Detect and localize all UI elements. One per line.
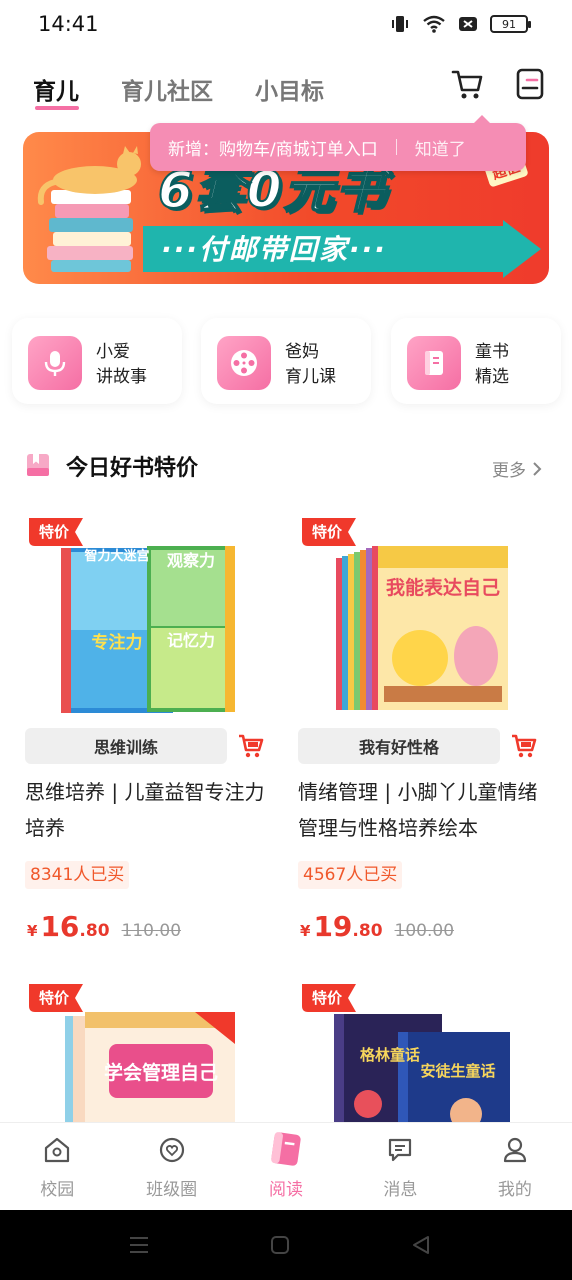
- sale-tag-label: 特价: [39, 523, 70, 541]
- product-category-tag: 思维训练: [25, 728, 227, 764]
- nav-item-reading[interactable]: 阅读: [229, 1123, 343, 1210]
- battery-level: 91: [502, 17, 516, 31]
- cover-text: 观察力: [167, 551, 215, 570]
- nav-item-messages[interactable]: 消息: [343, 1123, 457, 1210]
- cover-text: 学会管理自己: [104, 1061, 218, 1084]
- product-card[interactable]: 智力大迷宫 观察力 专注力 记忆力 特价 思维训练 思维培养 | 儿童益智专注力…: [25, 518, 275, 948]
- status-icons: 91: [390, 14, 531, 34]
- tab-parenting-community[interactable]: 育儿社区: [121, 72, 213, 112]
- quick-entry-label-line2: 讲故事: [96, 367, 147, 387]
- book-stack-illustration: [37, 146, 141, 272]
- nav-item-class-circle[interactable]: 班级圈: [114, 1123, 228, 1210]
- cover-text: 我能表达自己: [386, 576, 500, 599]
- original-price: 110.00: [121, 921, 182, 941]
- shopping-cart-icon[interactable]: [450, 66, 486, 102]
- product-card[interactable]: 我能表达自己 特价 我有好性格 情绪管理 | 小脚丫儿童情绪管理与性格培养绘本 …: [298, 518, 548, 948]
- add-to-cart-icon[interactable]: [510, 732, 538, 760]
- nav-label: 阅读: [269, 1180, 304, 1200]
- microphone-icon: [28, 336, 82, 390]
- school-icon: [45, 1137, 70, 1163]
- menu-icon[interactable]: [128, 1234, 150, 1256]
- vibrate-icon: [392, 16, 408, 32]
- tab-small-goals[interactable]: 小目标: [255, 72, 324, 112]
- quick-entry-parenting-course[interactable]: 爸妈 育儿课: [201, 318, 371, 404]
- quick-entry-label: 小爱 讲故事: [96, 340, 147, 390]
- price-currency: ¥: [300, 922, 311, 940]
- tooltip-dismiss-button[interactable]: 知道了: [415, 135, 466, 160]
- product-cover-image: 智力大迷宫 观察力 专注力 记忆力: [61, 546, 235, 713]
- quick-entry-story[interactable]: 小爱 讲故事: [12, 318, 182, 404]
- cover-text: 专注力: [92, 632, 143, 653]
- banner-subtitle: ···付邮带回家···: [161, 233, 387, 266]
- tooltip-divider: [395, 139, 397, 155]
- tooltip-text: 新增：购物车/商城订单入口: [168, 139, 378, 160]
- heart-chat-icon: [159, 1137, 184, 1163]
- product-price: ¥ 19 .80 100.00: [300, 910, 454, 943]
- quick-entry-label-line2: 精选: [475, 367, 509, 387]
- sold-count: 4567人已买: [298, 861, 403, 889]
- product-title: 情绪管理 | 小脚丫儿童情绪管理与性格培养绘本: [298, 780, 538, 840]
- cover-text: 安徒生童话: [420, 1062, 495, 1080]
- quick-entry-picture-books[interactable]: 童书 精选: [391, 318, 561, 404]
- message-icon: [389, 1138, 412, 1162]
- battery-indicator: 91: [490, 15, 531, 33]
- chevron-right-icon: [533, 461, 542, 476]
- sale-tag-label: 特价: [312, 989, 343, 1007]
- sale-tag-label: 特价: [39, 989, 70, 1007]
- film-reel-icon: [217, 336, 271, 390]
- product-card[interactable]: 学会管理自己 特价: [25, 984, 275, 1122]
- product-price: ¥ 16 .80 110.00: [27, 910, 181, 943]
- more-link-label: 更多: [492, 461, 526, 481]
- book-icon: [407, 336, 461, 390]
- bottom-nav: 校园 班级圈 阅读 消息 我的: [0, 1122, 572, 1210]
- cover-text: 格林童话: [360, 1046, 420, 1064]
- nav-label: 班级圈: [146, 1180, 198, 1200]
- quick-entry-label: 爸妈 育儿课: [285, 340, 336, 390]
- more-link[interactable]: 更多: [492, 456, 542, 481]
- price-integer: 16: [40, 910, 80, 943]
- status-bar: 14:41 91: [0, 0, 572, 52]
- price-integer: 19: [313, 910, 353, 943]
- nav-label: 校园: [40, 1180, 75, 1200]
- add-to-cart-icon[interactable]: [237, 732, 265, 760]
- product-cover-image: 我能表达自己: [336, 546, 508, 710]
- reading-book-icon: [271, 1132, 301, 1166]
- status-time: 14:41: [38, 12, 99, 36]
- product-card[interactable]: 格林童话 安徒生童话 特价: [298, 984, 548, 1122]
- home-icon[interactable]: [270, 1235, 290, 1255]
- price-decimal: .80: [352, 921, 383, 941]
- quick-entry-label-line1: 小爱: [96, 342, 130, 362]
- tab-parenting[interactable]: 育儿: [33, 72, 79, 112]
- order-list-icon[interactable]: [515, 68, 545, 100]
- sold-count: 8341人已买: [25, 861, 130, 889]
- price-decimal: .80: [79, 921, 110, 941]
- top-tabs: 育儿 育儿社区 小目标: [33, 72, 324, 112]
- product-title: 思维培养 | 儿童益智专注力培养: [25, 780, 265, 840]
- nav-label: 消息: [383, 1180, 418, 1200]
- quick-entry-label-line1: 童书: [475, 342, 509, 362]
- quick-entry-label-line2: 育儿课: [285, 367, 336, 387]
- wifi-icon: [423, 15, 445, 33]
- quick-entry-label-line1: 爸妈: [285, 342, 319, 362]
- nav-item-campus[interactable]: 校园: [0, 1123, 114, 1210]
- cover-text: 记忆力: [167, 631, 215, 650]
- system-nav-bar: [0, 1210, 572, 1280]
- quick-entry-label: 童书 精选: [475, 340, 509, 390]
- nav-label: 我的: [497, 1180, 532, 1200]
- new-feature-tooltip: 新增：购物车/商城订单入口 知道了: [150, 115, 526, 171]
- cover-text: 智力大迷宫: [84, 548, 149, 564]
- price-currency: ¥: [27, 922, 38, 940]
- no-sim-icon: [459, 17, 477, 31]
- back-icon[interactable]: [410, 1234, 432, 1256]
- sale-tag-label: 特价: [312, 523, 343, 541]
- section-title: 今日好书特价: [66, 456, 199, 481]
- profile-icon: [503, 1137, 526, 1163]
- product-category-tag: 我有好性格: [298, 728, 500, 764]
- original-price: 100.00: [394, 921, 455, 941]
- bookmark-book-icon: [27, 454, 49, 476]
- nav-item-profile[interactable]: 我的: [458, 1123, 572, 1210]
